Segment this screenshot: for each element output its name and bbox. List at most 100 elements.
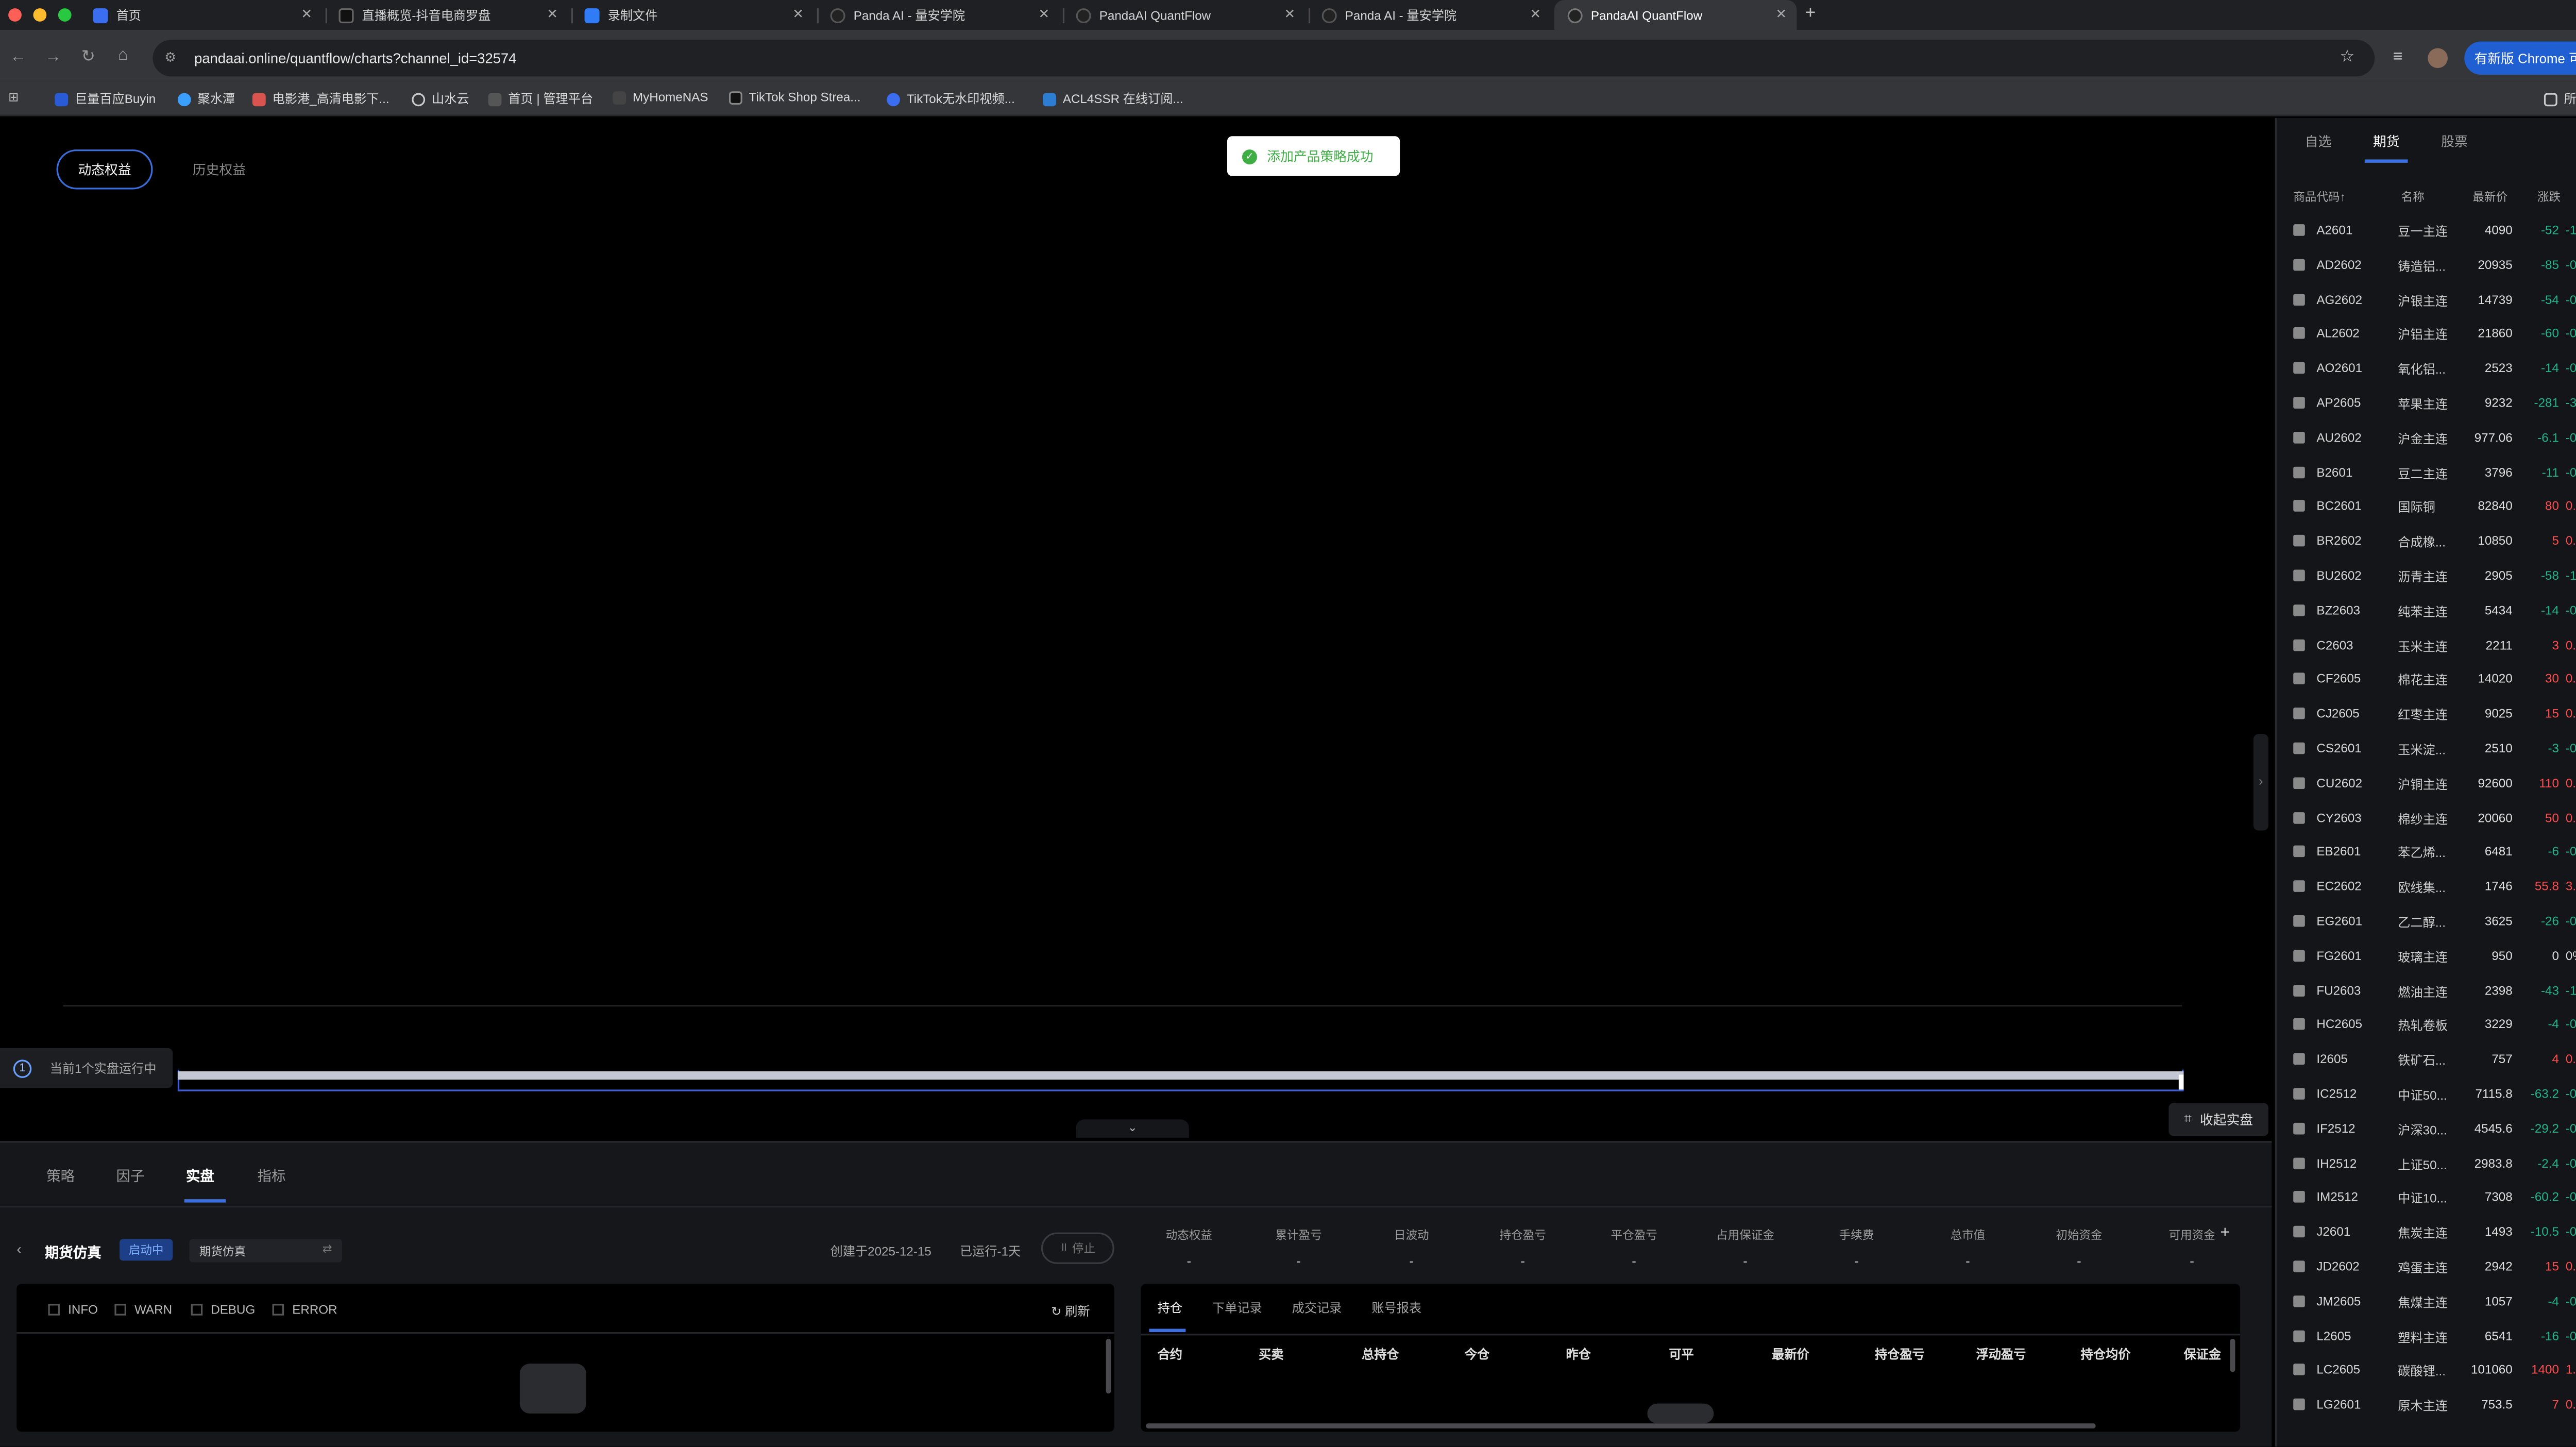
- chevron-down-icon[interactable]: ⌄: [1076, 1119, 1189, 1138]
- bookmark-icon[interactable]: [2293, 1330, 2305, 1342]
- bookmark-item[interactable]: TikTok Shop Strea...: [728, 90, 860, 105]
- quote-row[interactable]: CY2603 棉纱主连 20060 50 0.25%: [2285, 803, 2576, 838]
- quote-row[interactable]: CJ2605 红枣主连 9025 15 0.2%: [2285, 700, 2576, 734]
- home-icon[interactable]: ⌂: [118, 46, 128, 64]
- browser-tab[interactable]: 录制文件 ✕: [571, 0, 814, 30]
- expand-panel-handle[interactable]: ›: [2253, 734, 2268, 831]
- bookmark-item[interactable]: ACL4SSR 在线订阅...: [1043, 90, 1183, 108]
- tab-live[interactable]: 实盘: [186, 1166, 214, 1186]
- bookmark-icon[interactable]: [2293, 293, 2305, 305]
- tab-stocks[interactable]: 股票: [2441, 133, 2468, 151]
- stop-button[interactable]: ॥ 停止: [1041, 1232, 1114, 1264]
- tab-dynamic-equity[interactable]: 动态权益: [56, 149, 153, 190]
- quote-row[interactable]: BR2602 合成橡... 10850 5 0.05%: [2285, 527, 2576, 561]
- quote-row[interactable]: LG2601 原木主连 753.5 7 0.9%: [2285, 1390, 2576, 1425]
- running-indicator[interactable]: 1 当前1个实盘运行中: [0, 1048, 173, 1088]
- close-tab-icon[interactable]: ✕: [1038, 7, 1049, 22]
- bookmark-icon[interactable]: [2293, 777, 2305, 789]
- tab-watchlist[interactable]: 自选: [2305, 133, 2332, 151]
- bookmark-icon[interactable]: [2293, 224, 2305, 236]
- log-scrollbar[interactable]: [1106, 1338, 1111, 1394]
- bookmark-icon[interactable]: [2293, 742, 2305, 754]
- close-tab-icon[interactable]: ✕: [301, 7, 312, 22]
- quote-row[interactable]: EG2601 乙二醇... 3625 -26 -0.71%: [2285, 907, 2576, 941]
- quote-row[interactable]: EC2602 欧线集... 1746 55.8 3.3%: [2285, 872, 2576, 907]
- bookmark-icon[interactable]: [2293, 811, 2305, 823]
- tab-indicator[interactable]: 指标: [258, 1166, 286, 1186]
- bookmark-item[interactable]: MyHomeNAS: [613, 90, 708, 105]
- column-header-change[interactable]: 涨跌: [2537, 189, 2561, 206]
- quote-row[interactable]: IM2512 中证10... 7308 -60.2 -0.8%: [2285, 1183, 2576, 1218]
- bookmark-icon[interactable]: [2293, 1053, 2305, 1065]
- bookmark-icon[interactable]: [2293, 397, 2305, 409]
- bookmark-item[interactable]: 巨量百应Buyin: [55, 90, 156, 108]
- tab-account-report[interactable]: 账号报表: [1371, 1299, 1421, 1317]
- browser-tab[interactable]: 直播概览-抖音电商罗盘 ✕: [326, 0, 568, 30]
- quote-row[interactable]: CS2601 玉米淀... 2510 -3 -0.12%: [2285, 734, 2576, 769]
- url-text[interactable]: pandaai.online/quantflow/charts?channel_…: [194, 50, 516, 66]
- bookmark-icon[interactable]: [2293, 880, 2305, 893]
- log-filter-error[interactable]: ERROR: [272, 1302, 337, 1317]
- bookmark-icon[interactable]: [2293, 1122, 2305, 1134]
- quote-row[interactable]: AP2605 苹果主连 9232 -281 -3%: [2285, 389, 2576, 423]
- minimize-window-button[interactable]: [33, 8, 47, 22]
- log-filter-debug[interactable]: DEBUG: [191, 1302, 255, 1317]
- site-info-icon[interactable]: ⚙: [164, 50, 176, 65]
- bookmark-icon[interactable]: [2293, 1295, 2305, 1307]
- quote-row[interactable]: J2601 焦炭主连 1493 -10.5 -0.7%: [2285, 1218, 2576, 1252]
- quote-row[interactable]: FU2603 燃油主连 2398 -43 -1.76%: [2285, 976, 2576, 1011]
- quote-row[interactable]: CU2602 沪铜主连 92600 110 0.12%: [2285, 769, 2576, 803]
- bookmark-icon[interactable]: [2293, 638, 2305, 651]
- quote-row[interactable]: BZ2603 纯苯主连 5434 -14 -0.26%: [2285, 596, 2576, 630]
- quote-row[interactable]: AG2602 沪银主连 14739 -54 -0.36%: [2285, 285, 2576, 319]
- browser-tab[interactable]: Panda AI - 量安学院 ✕: [817, 0, 1060, 30]
- bookmark-icon[interactable]: [2293, 1019, 2305, 1031]
- browser-tab[interactable]: Panda AI - 量安学院 ✕: [1309, 0, 1551, 30]
- bookmark-icon[interactable]: [2293, 604, 2305, 616]
- bookmark-item[interactable]: 聚水潭: [177, 90, 235, 108]
- tab-positions[interactable]: 持仓: [1158, 1299, 1182, 1317]
- checkbox[interactable]: [272, 1304, 284, 1316]
- bookmark-icon[interactable]: [2293, 1226, 2305, 1238]
- log-filter-warn[interactable]: WARN: [114, 1302, 172, 1317]
- profile-avatar[interactable]: [2428, 48, 2448, 69]
- quote-row[interactable]: AD2602 铸造铝... 20935 -85 -0.4%: [2285, 250, 2576, 285]
- quote-row[interactable]: L2605 塑料主连 6541 -16 -0.24%: [2285, 1321, 2576, 1356]
- quote-row[interactable]: IF2512 沪深30... 4545.6 -29.2 -0.6%: [2285, 1114, 2576, 1149]
- horizontal-scrollbar[interactable]: [1146, 1423, 2096, 1428]
- bookmark-icon[interactable]: [2293, 846, 2305, 858]
- maximize-window-button[interactable]: [58, 8, 72, 22]
- bookmark-icon[interactable]: [2293, 569, 2305, 582]
- column-header-last[interactable]: 最新价: [2472, 189, 2507, 206]
- browser-tab[interactable]: PandaAI QuantFlow ✕: [1063, 0, 1306, 30]
- quote-row[interactable]: LC2605 碳酸锂... 101060 1400 1.4%: [2285, 1356, 2576, 1390]
- tab-historical-equity[interactable]: 历史权益: [173, 149, 265, 189]
- quote-row[interactable]: C2603 玉米主连 2211 3 0.14%: [2285, 631, 2576, 665]
- checkbox[interactable]: [48, 1304, 60, 1316]
- bookmark-icon[interactable]: [2293, 500, 2305, 513]
- close-tab-icon[interactable]: ✕: [1530, 7, 1541, 22]
- quote-row[interactable]: JM2605 焦煤主连 1057 -4 -0.38%: [2285, 1287, 2576, 1321]
- bookmark-icon[interactable]: [2293, 673, 2305, 685]
- bookmark-icon[interactable]: [2293, 984, 2305, 996]
- quote-row[interactable]: IC2512 中证50... 7115.8 -63.2 -0.9%: [2285, 1080, 2576, 1114]
- checkbox[interactable]: [191, 1304, 203, 1316]
- quote-row[interactable]: I2605 铁矿石... 757 4 0.53%: [2285, 1045, 2576, 1080]
- quote-row[interactable]: IH2512 上证50... 2983.8 -2.4 -0.1%: [2285, 1149, 2576, 1183]
- bookmark-icon[interactable]: [2293, 1088, 2305, 1100]
- all-bookmarks-folder[interactable]: 所有书: [2544, 90, 2576, 108]
- column-header-name[interactable]: 名称: [2401, 189, 2425, 206]
- quote-row[interactable]: AU2602 沪金主连 977.06 -6.1 -0.62%: [2285, 423, 2576, 458]
- bookmark-icon[interactable]: [2293, 1399, 2305, 1411]
- tab-search-icon[interactable]: ≡: [2393, 48, 2403, 66]
- close-tab-icon[interactable]: ✕: [792, 7, 804, 22]
- slider-handle[interactable]: [2178, 1074, 2184, 1090]
- account-select[interactable]: 期货仿真 ⇄: [189, 1239, 342, 1263]
- quote-row[interactable]: A2601 豆一主连 4090 -52 -1.3%: [2285, 216, 2576, 250]
- bookmark-icon[interactable]: [2293, 328, 2305, 340]
- bookmark-item[interactable]: 首页 | 管理平台: [488, 90, 593, 108]
- quote-row[interactable]: HC2605 热轧卷板 3229 -4 -0.12%: [2285, 1011, 2576, 1045]
- bookmark-icon[interactable]: [2293, 915, 2305, 927]
- browser-tab[interactable]: 首页 ✕: [80, 0, 323, 30]
- apps-grid-icon[interactable]: ⊞: [8, 90, 19, 105]
